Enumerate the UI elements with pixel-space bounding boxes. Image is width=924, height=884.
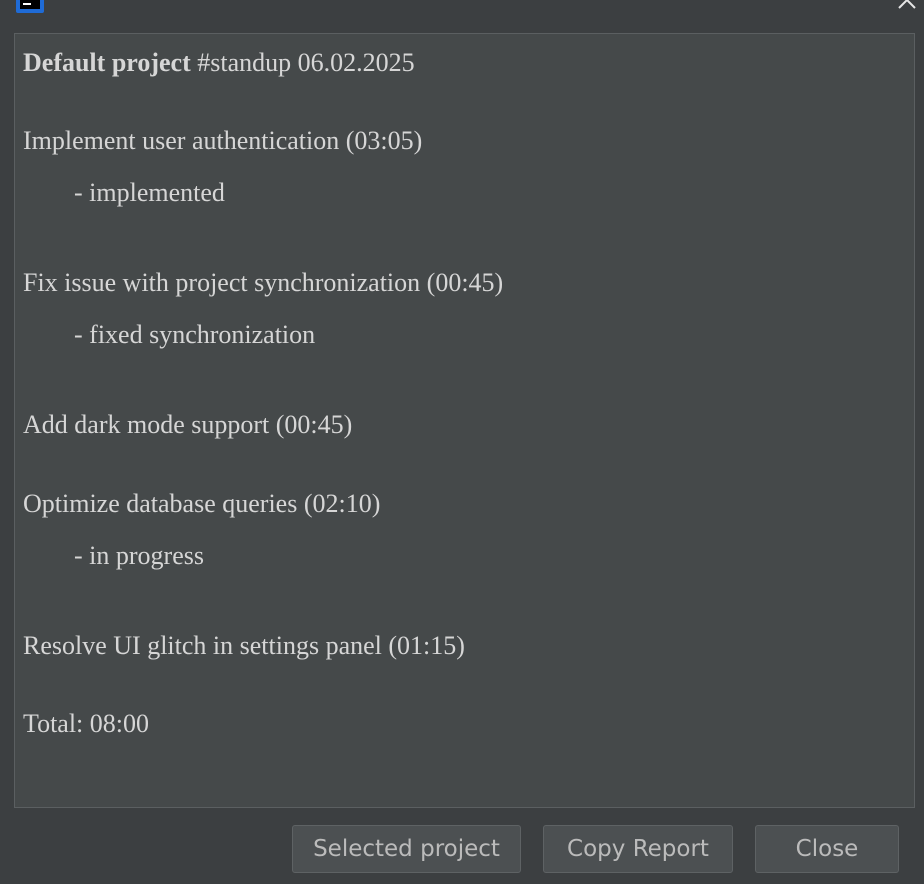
task-line: Add dark mode support (00:45) bbox=[23, 410, 353, 439]
task-comment: - in progress bbox=[74, 541, 204, 570]
standup-report-dialog: Default project #standup 06.02.2025 Impl… bbox=[0, 0, 924, 884]
task-line: Optimize database queries (02:10) bbox=[23, 489, 381, 518]
report-total: Total: 08:00 bbox=[23, 709, 150, 738]
report-tag-date: #standup 06.02.2025 bbox=[190, 48, 415, 77]
report-text-area[interactable]: Default project #standup 06.02.2025 Impl… bbox=[14, 33, 915, 808]
task-line: Implement user authentication (03:05) bbox=[23, 126, 423, 155]
copy-report-button[interactable]: Copy Report bbox=[543, 825, 733, 873]
task-comment: - implemented bbox=[74, 178, 225, 207]
task-line: Resolve UI glitch in settings panel (01:… bbox=[23, 631, 465, 660]
close-icon[interactable] bbox=[894, 0, 920, 12]
selected-project-button[interactable]: Selected project bbox=[292, 825, 521, 873]
report-project-name: Default project bbox=[23, 48, 191, 77]
report-header: Default project #standup 06.02.2025 bbox=[23, 48, 415, 78]
task-comment: - fixed synchronization bbox=[74, 320, 316, 349]
close-button[interactable]: Close bbox=[755, 825, 899, 873]
task-line: Fix issue with project synchronization (… bbox=[23, 268, 504, 297]
app-icon bbox=[16, 0, 44, 13]
